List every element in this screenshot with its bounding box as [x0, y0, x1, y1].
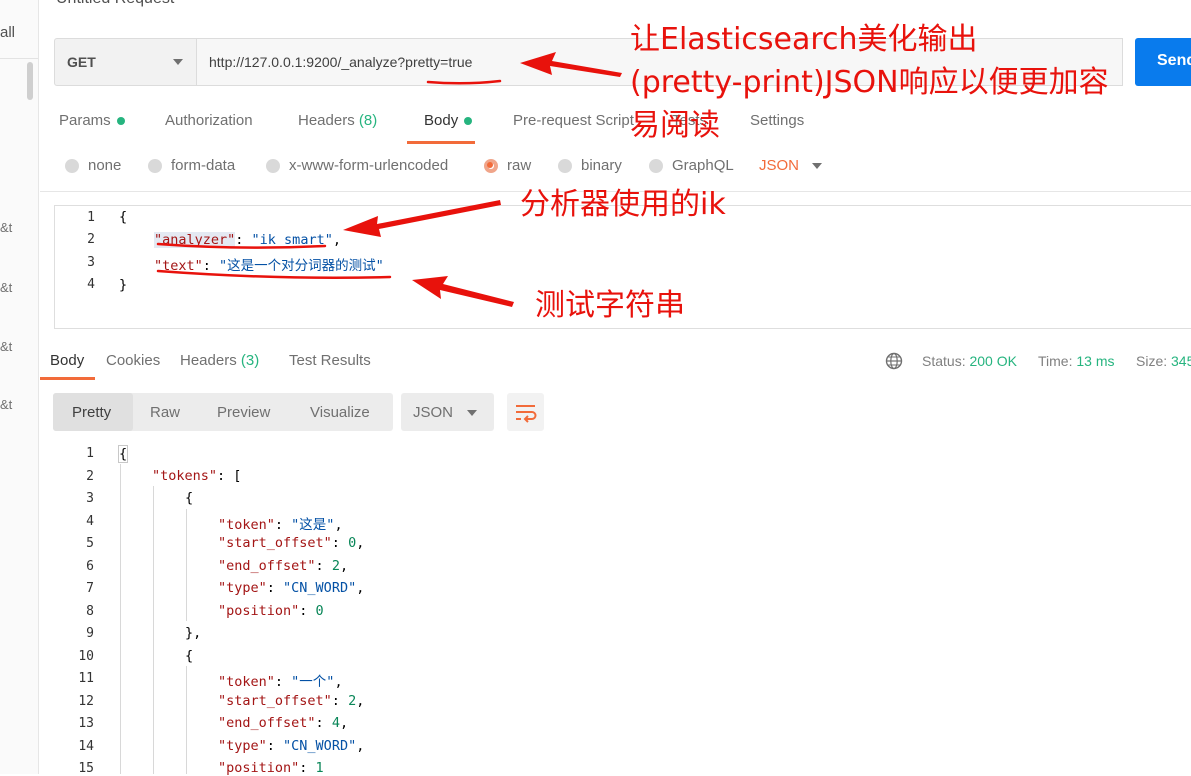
annotation-text: 测试字符串: [535, 288, 685, 323]
arrow-icon: [343, 52, 622, 307]
annotation-pretty-line2: (pretty-print)JSON响应以便更加容: [630, 65, 1109, 100]
annotation-analyzer: 分析器使用的ik: [520, 187, 726, 222]
annotation-pretty-line1: 让Elasticsearch美化输出: [630, 22, 978, 57]
annotation-pretty-line3: 易阅读: [630, 108, 720, 143]
underline-mark: [156, 269, 392, 279]
underline-mark: [156, 242, 327, 249]
underline-mark: [426, 79, 502, 85]
annotation-overlay: [156, 52, 622, 307]
